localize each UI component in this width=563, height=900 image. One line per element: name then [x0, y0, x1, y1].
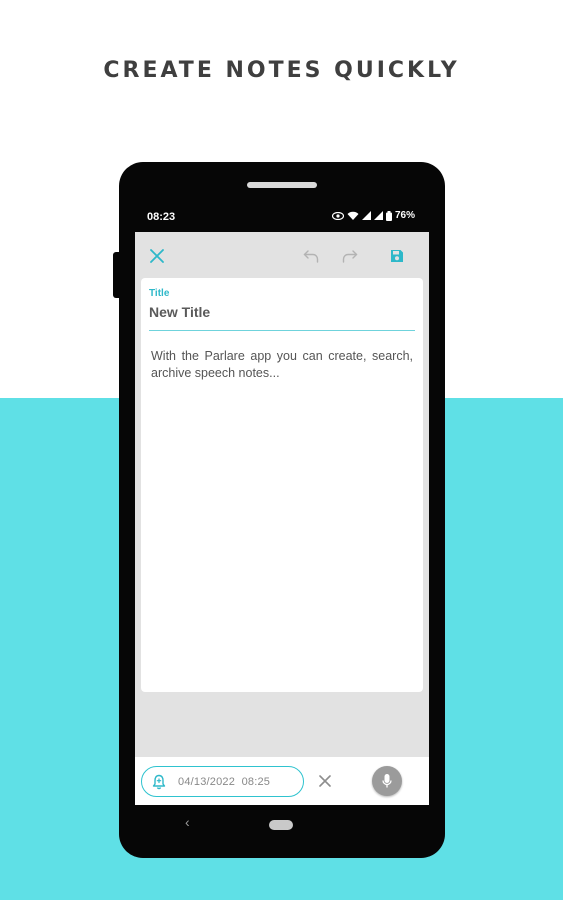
clear-reminder-button[interactable] [315, 771, 335, 791]
signal-icon [373, 211, 383, 220]
phone-frame: 08:23 76% Title New Title With the Parla… [119, 162, 445, 858]
nav-home-button[interactable] [269, 820, 293, 830]
bell-icon [152, 774, 166, 789]
title-underline [149, 330, 415, 331]
note-card: Title New Title With the Parlare app you… [141, 278, 423, 692]
redo-icon [342, 250, 358, 263]
close-icon [150, 249, 164, 263]
eye-icon [331, 211, 344, 220]
signal-icon [361, 211, 371, 220]
close-icon [319, 775, 331, 787]
reminder-datetime: 04/13/2022 08:25 [178, 775, 271, 788]
close-button[interactable] [145, 244, 169, 268]
battery-icon [385, 210, 392, 221]
headline: CREATE NOTES QUICKLY [103, 58, 460, 83]
reminder-chip[interactable]: 04/13/2022 08:25 [141, 766, 304, 797]
mic-button[interactable] [372, 766, 402, 796]
note-toolbar [135, 232, 429, 278]
title-input[interactable]: New Title [149, 304, 210, 320]
save-button[interactable] [385, 244, 409, 268]
undo-icon [303, 250, 319, 263]
mic-icon [382, 774, 392, 788]
app-screen: Title New Title With the Parlare app you… [135, 232, 429, 805]
wifi-icon [347, 211, 359, 221]
undo-button[interactable] [299, 244, 323, 268]
status-time: 08:23 [147, 211, 176, 223]
status-icons: 76% [331, 210, 415, 221]
title-label: Title [149, 288, 170, 299]
redo-button[interactable] [338, 244, 362, 268]
bottom-bar: 04/13/2022 08:25 [135, 757, 429, 805]
nav-back-button[interactable]: ‹ [185, 814, 190, 830]
phone-speaker [247, 182, 317, 188]
note-body-input[interactable]: With the Parlare app you can create, sea… [151, 348, 413, 382]
save-icon [391, 250, 403, 262]
battery-level: 76% [394, 210, 415, 221]
